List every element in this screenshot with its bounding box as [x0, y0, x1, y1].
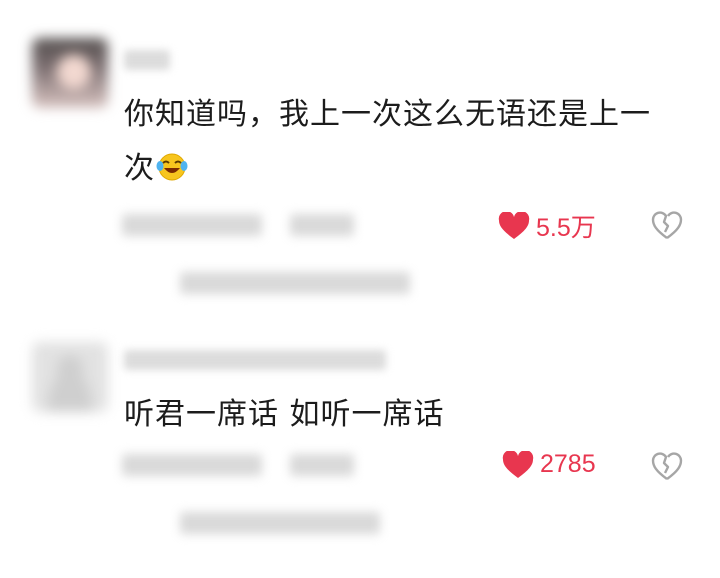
comment-item: 听君一席话 如听一席话 2785 — [0, 320, 720, 578]
username-blurred[interactable] — [124, 50, 170, 70]
timestamp-blurred — [122, 454, 262, 476]
comment-text-content: 你知道吗，我上一次这么无语还是上一次 — [124, 97, 651, 186]
timestamp-blurred — [122, 214, 262, 236]
heart-icon — [498, 212, 530, 239]
like-count: 5.5万 — [536, 214, 596, 242]
broken-heart-icon[interactable] — [651, 210, 683, 240]
comment-item: 你知道吗，我上一次这么无语还是上一次 5.5万 — [0, 0, 720, 320]
avatar[interactable] — [32, 38, 108, 108]
broken-heart-icon[interactable] — [651, 451, 683, 481]
like-button[interactable]: 2785 — [502, 450, 596, 479]
heart-icon — [502, 450, 534, 478]
like-button[interactable]: 5.5万 — [498, 208, 596, 244]
comment-text-content: 听君一席话 如听一席话 — [124, 397, 445, 432]
reply-button-blurred[interactable] — [290, 214, 354, 236]
comment-text: 你知道吗，我上一次这么无语还是上一次 — [124, 88, 680, 196]
comment-text: 听君一席话 如听一席话 — [124, 388, 680, 442]
reply-thread-blurred[interactable] — [180, 272, 410, 294]
reply-button-blurred[interactable] — [290, 454, 354, 476]
username-blurred[interactable] — [124, 350, 386, 370]
reply-thread-blurred[interactable] — [180, 512, 380, 534]
like-count: 2785 — [540, 450, 596, 478]
crying-laughing-emoji-icon — [155, 146, 189, 181]
avatar[interactable] — [32, 342, 108, 412]
